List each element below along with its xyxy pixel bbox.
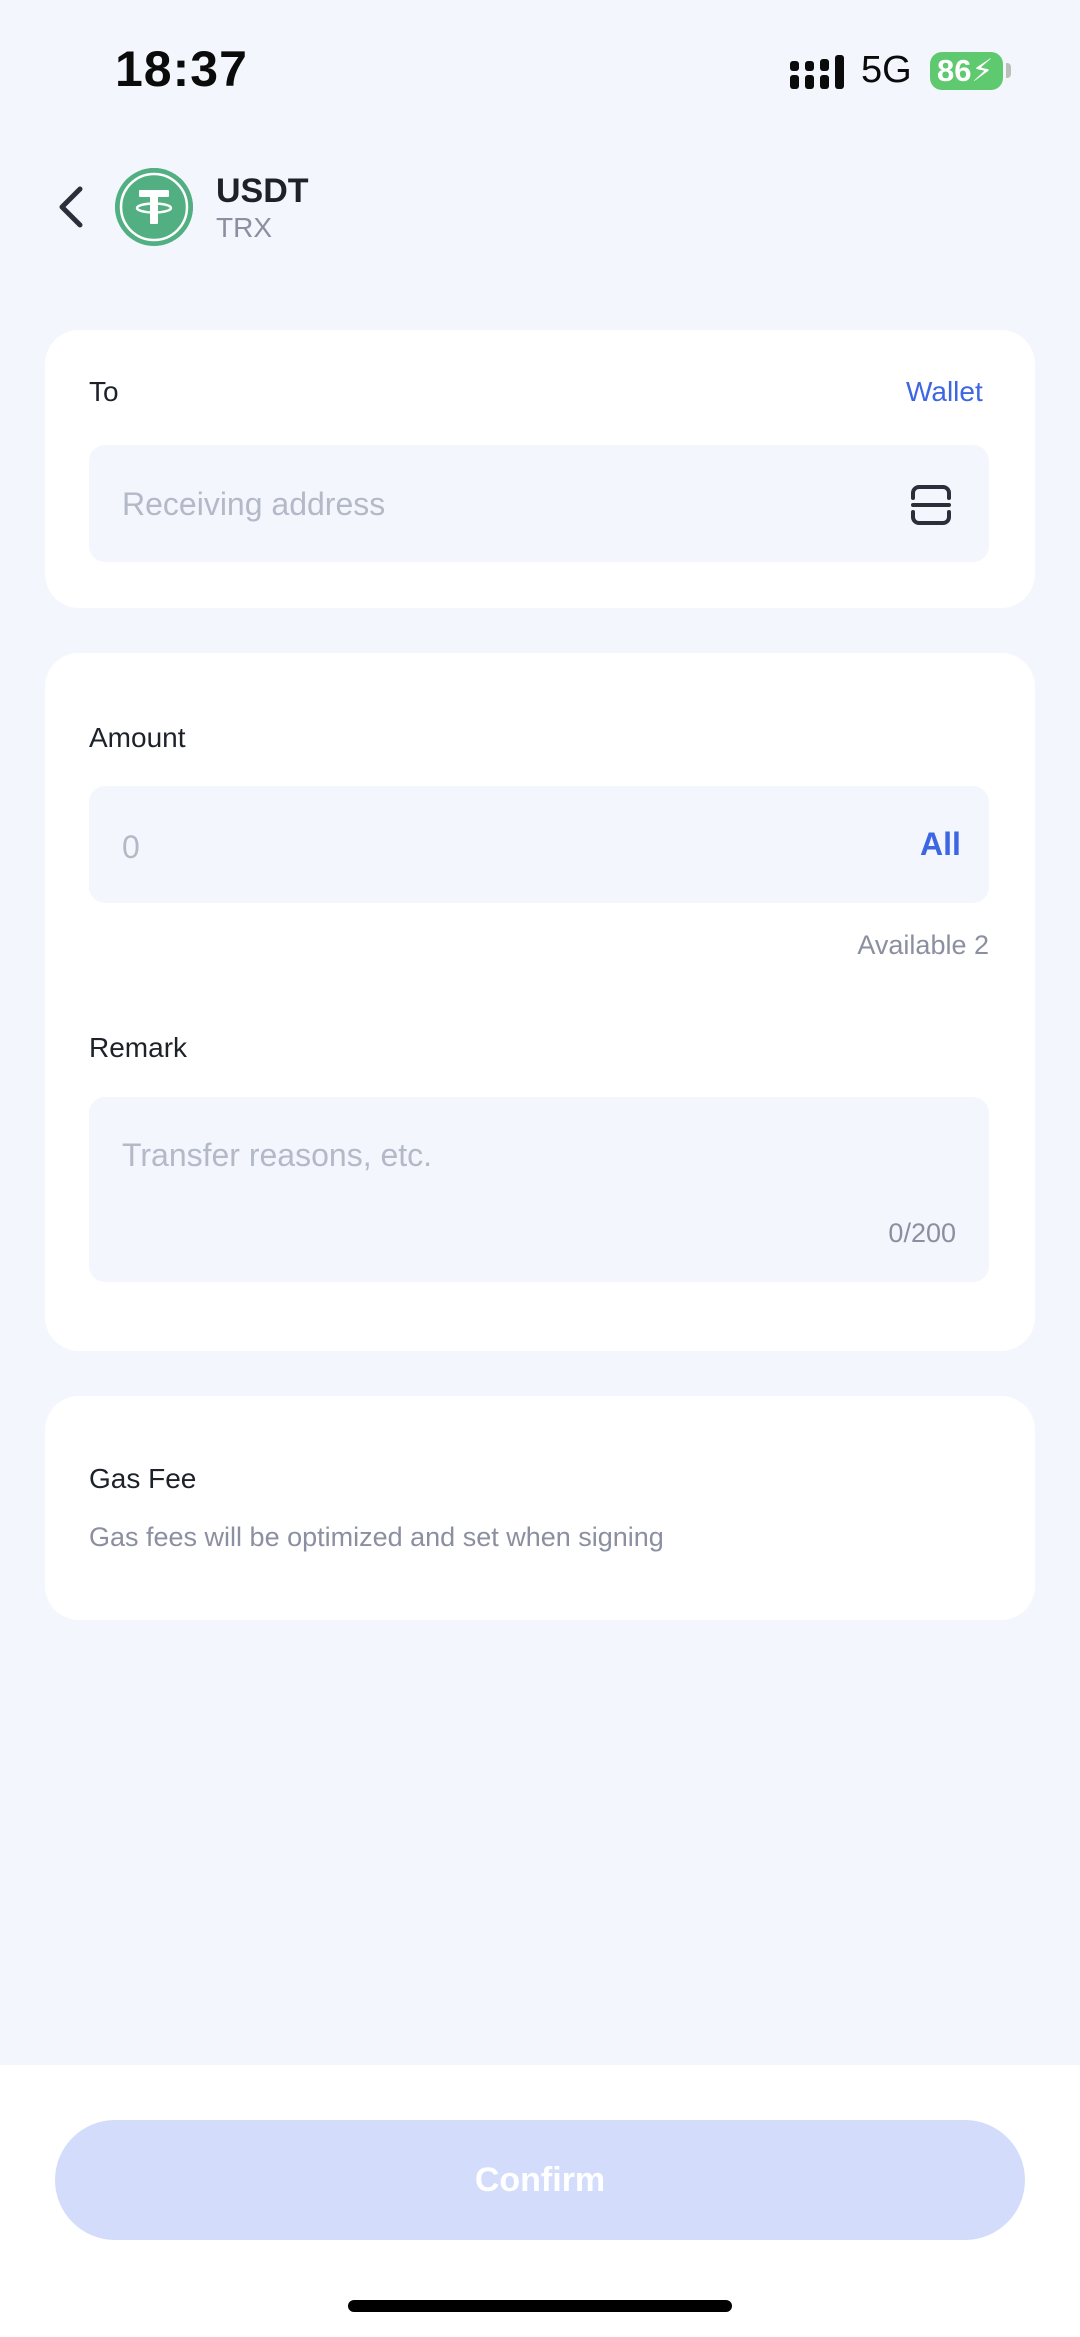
status-time: 18:37 — [115, 41, 248, 97]
address-placeholder: Receiving address — [122, 486, 386, 522]
all-button[interactable]: All — [920, 826, 961, 863]
confirm-button[interactable]: Confirm — [55, 2120, 1025, 2240]
scan-icon[interactable] — [910, 484, 952, 526]
to-label: To — [89, 376, 119, 407]
amount-input[interactable] — [89, 786, 989, 903]
signal-icon — [790, 55, 844, 89]
amount-placeholder: 0 — [122, 829, 140, 865]
network-type: 5G — [861, 49, 912, 91]
remark-textarea[interactable] — [89, 1097, 989, 1282]
amount-label: Amount — [89, 722, 186, 753]
back-arrow-icon[interactable] — [52, 185, 92, 229]
battery-level: 86⚡ — [937, 53, 994, 88]
wallet-link[interactable]: Wallet — [906, 376, 983, 408]
battery-tip — [1006, 63, 1011, 78]
charging-bolt-icon: ⚡ — [971, 53, 994, 88]
gas-fee-card — [45, 1396, 1035, 1620]
token-symbol: USDT — [216, 172, 309, 210]
usdt-logo-icon — [115, 168, 193, 246]
remark-label: Remark — [89, 1032, 188, 1063]
available-balance: Available 2 — [857, 930, 989, 960]
gas-fee-label: Gas Fee — [89, 1463, 197, 1494]
gas-fee-note: Gas fees will be optimized and set when … — [89, 1522, 664, 1552]
remark-char-counter: 0/200 — [888, 1218, 956, 1248]
remark-placeholder: Transfer reasons, etc. — [122, 1137, 433, 1173]
home-indicator — [348, 2300, 732, 2312]
token-chain: TRX — [216, 212, 272, 243]
